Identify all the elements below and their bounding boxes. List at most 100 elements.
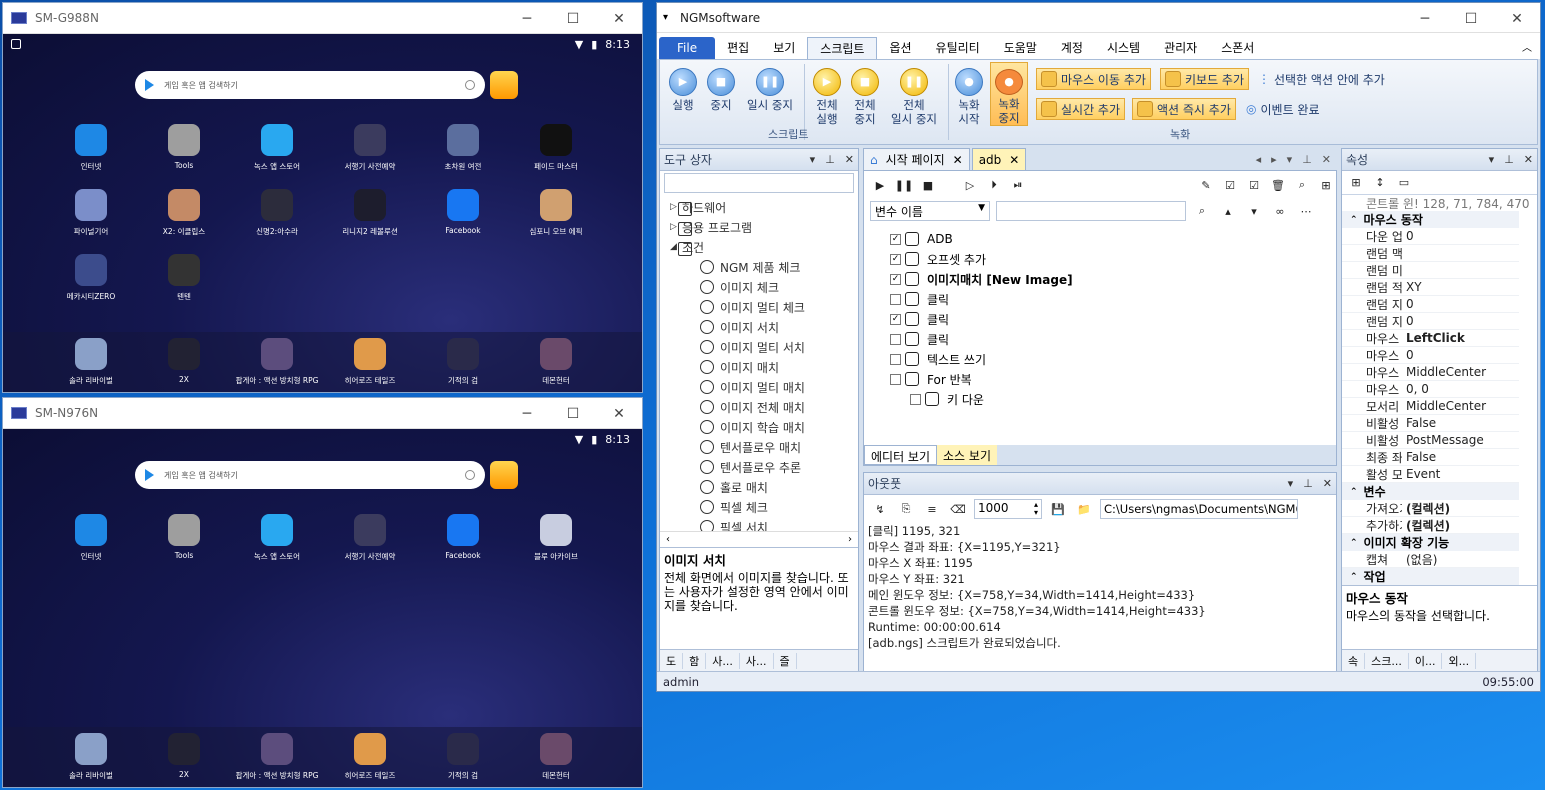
search-bar[interactable]: 게임 혹은 앱 검색하기 — [135, 71, 485, 99]
property-row[interactable]: 랜덤 미니! — [1342, 262, 1519, 279]
property-row[interactable]: 마우스 절! 0, 0 — [1342, 381, 1519, 398]
menu-item-2[interactable]: 보기 — [761, 37, 807, 59]
toolbox-item[interactable]: 이미지 서치 — [700, 317, 779, 337]
app-5[interactable]: 데몬헌터 — [521, 338, 591, 386]
maximize-button[interactable]: ☐ — [550, 398, 596, 429]
script-row[interactable]: For 반복 — [890, 369, 972, 389]
properties-tab-2[interactable]: 이... — [1409, 652, 1443, 669]
script-row[interactable]: ✓ 오프셋 추가 — [890, 249, 986, 269]
tab-left-icon[interactable]: ◂ — [1256, 153, 1262, 166]
horizontal-scrollbar[interactable]: ‹ › — [660, 531, 858, 547]
close-icon[interactable]: ✕ — [1323, 477, 1332, 490]
checkbox[interactable]: ✓ — [890, 313, 901, 325]
menu-item-10[interactable]: 스폰서 — [1209, 37, 1266, 59]
close-button[interactable]: ✕ — [1494, 3, 1540, 34]
run-icon[interactable]: ▶ — [870, 175, 890, 195]
minimize-button[interactable]: ─ — [504, 3, 550, 34]
property-row[interactable]: 마우스 실! 0 — [1342, 347, 1519, 364]
editor-view-tab[interactable]: 에디터 보기 — [864, 445, 938, 465]
menu-item-0[interactable]: File — [659, 37, 716, 59]
toolbox-item[interactable]: 이미지 멀티 서치 — [700, 337, 805, 357]
property-row[interactable]: 모서리 위! MiddleCenter — [1342, 398, 1519, 415]
clear-icon[interactable]: ↯ — [870, 499, 890, 519]
checkbox[interactable]: ✓ — [890, 253, 901, 265]
run-selected-icon[interactable]: ⏵ — [984, 175, 1004, 195]
system-menu-icon[interactable]: ▾ — [663, 12, 668, 23]
dropdown-icon[interactable]: ▾ — [1489, 153, 1495, 166]
property-category[interactable]: ⌃ 변수 — [1342, 483, 1519, 500]
app-0[interactable]: 솔라 리바이벌 — [56, 733, 126, 781]
script-row[interactable]: ✓ 이미지매치 [New Image] — [890, 269, 1073, 289]
mouse-move-add-button[interactable]: 마우스 이동 추가 — [1036, 68, 1151, 90]
toolbox-item[interactable]: 홀로 매치 — [700, 477, 768, 497]
tab-right-icon[interactable]: ▸ — [1271, 153, 1277, 166]
maximize-button[interactable]: ☐ — [1448, 3, 1494, 34]
property-row[interactable]: 추가하기 (컬렉션) — [1342, 517, 1519, 534]
property-row[interactable]: 다운 업 지 0 — [1342, 228, 1519, 245]
app-2[interactable]: 팝게아 : 액션 방치형 RPG — [236, 733, 318, 781]
toolbox-item[interactable]: 이미지 체크 — [700, 277, 779, 297]
toolbox-item[interactable]: 텐서플로우 매치 — [700, 437, 801, 457]
selected-action-add-button[interactable]: ⋮ 선택한 액션 안에 추가 — [1254, 68, 1389, 90]
app-2[interactable]: 팝게아 : 액션 방치형 RPG — [236, 338, 318, 386]
toolbox-tab-3[interactable]: 사... — [740, 652, 774, 669]
app-3[interactable]: 히어로즈 테일즈 — [335, 733, 405, 781]
run-button[interactable]: ▶ 실행 — [668, 68, 698, 112]
toolbox-tab-2[interactable]: 사... — [706, 652, 740, 669]
infinity-icon[interactable]: ∞ — [1270, 201, 1290, 221]
property-row[interactable]: 최종 좌표 False — [1342, 449, 1519, 466]
app-1[interactable]: 2X — [149, 338, 219, 384]
search-icon[interactable] — [465, 470, 475, 480]
toolbox-tab-0[interactable]: 도 — [660, 652, 684, 669]
menu-item-9[interactable]: 관리자 — [1152, 37, 1209, 59]
eraser-icon[interactable]: ⌫ — [948, 499, 968, 519]
properties-tab-1[interactable]: 스크... — [1365, 652, 1409, 669]
search-icon[interactable] — [465, 80, 475, 90]
script-row[interactable]: ✓ 클릭 — [890, 309, 949, 329]
toolbox-item[interactable]: ▷ 응용 프로그램 — [670, 217, 752, 237]
tab-start-page[interactable]: ⌂ 시작 페이지 ✕ — [863, 148, 970, 170]
checkbox[interactable] — [910, 393, 921, 405]
app-9[interactable]: 리니지2 레볼루션 — [335, 189, 405, 237]
sort-az-icon[interactable]: ↕ — [1370, 173, 1390, 193]
properties-tab-0[interactable]: 속 — [1342, 652, 1366, 669]
stop-all-button[interactable]: ■ 전체 중지 — [848, 68, 882, 126]
close-icon[interactable]: ✕ — [1322, 153, 1331, 166]
run-all-button[interactable]: ▶ 전체 실행 — [810, 68, 844, 126]
script-row[interactable]: 텍스트 쓰기 — [890, 349, 986, 369]
checkbox[interactable] — [890, 373, 901, 385]
toolbox-item[interactable]: 픽셀 체크 — [700, 497, 768, 517]
app-6[interactable]: 파이널기어 — [56, 189, 126, 237]
app-11[interactable]: 심포니 오브 에픽 — [521, 189, 591, 237]
toolbox-tab-4[interactable]: 즐 — [774, 652, 797, 669]
collapse-icon[interactable]: ⌃ — [1350, 572, 1358, 582]
pin-icon[interactable]: ⊥ — [1302, 153, 1312, 166]
delay-input[interactable]: 1000 ▴ ▾ — [974, 499, 1042, 519]
search-bar[interactable]: 게임 혹은 앱 검색하기 — [135, 461, 485, 489]
app-5[interactable]: 블루 아카이브 — [521, 514, 591, 562]
app-2[interactable]: 녹스 앱 스토어 — [242, 514, 312, 562]
app-5[interactable]: 페이드 마스터 — [521, 124, 591, 172]
checkbox[interactable]: ✓ — [890, 233, 901, 245]
action-now-add-button[interactable]: 액션 즉시 추가 — [1132, 98, 1236, 120]
search-icon[interactable]: ⌕ — [1192, 201, 1212, 221]
property-category[interactable]: ⌃ 작업 — [1342, 568, 1519, 585]
app-3[interactable]: 서행기 사전예약 — [335, 514, 405, 562]
dropdown-icon[interactable]: ▾ — [1287, 153, 1293, 166]
path-input[interactable]: C:\Users\ngmas\Documents\NGM6\ — [1100, 499, 1298, 519]
pause-all-button[interactable]: ❚❚ 전체 일시 중지 — [886, 68, 942, 126]
minimize-button[interactable]: ─ — [1402, 3, 1448, 34]
copy-icon[interactable]: ⎘ — [896, 499, 916, 519]
checkbox[interactable] — [890, 353, 901, 365]
stop-button[interactable]: ■ 중지 — [706, 68, 736, 112]
menu-item-1[interactable]: 편집 — [715, 37, 761, 59]
property-row[interactable]: 랜덤 지연 0 — [1342, 313, 1519, 330]
phone-screen[interactable]: ▼ ▮ 8:13 게임 혹은 앱 검색하기 인터넷 Tools 녹스 앱 스토어 서행… — [3, 34, 642, 392]
close-icon[interactable]: ✕ — [1524, 153, 1533, 166]
close-icon[interactable]: ✕ — [1009, 153, 1019, 167]
event-done-button[interactable]: ◎ 이벤트 완료 — [1242, 98, 1324, 120]
app-1[interactable]: 2X — [149, 733, 219, 779]
toolbox-item[interactable]: 이미지 매치 — [700, 357, 779, 377]
avatar[interactable] — [490, 461, 518, 489]
dropdown-icon[interactable]: ▾ — [1288, 477, 1294, 490]
